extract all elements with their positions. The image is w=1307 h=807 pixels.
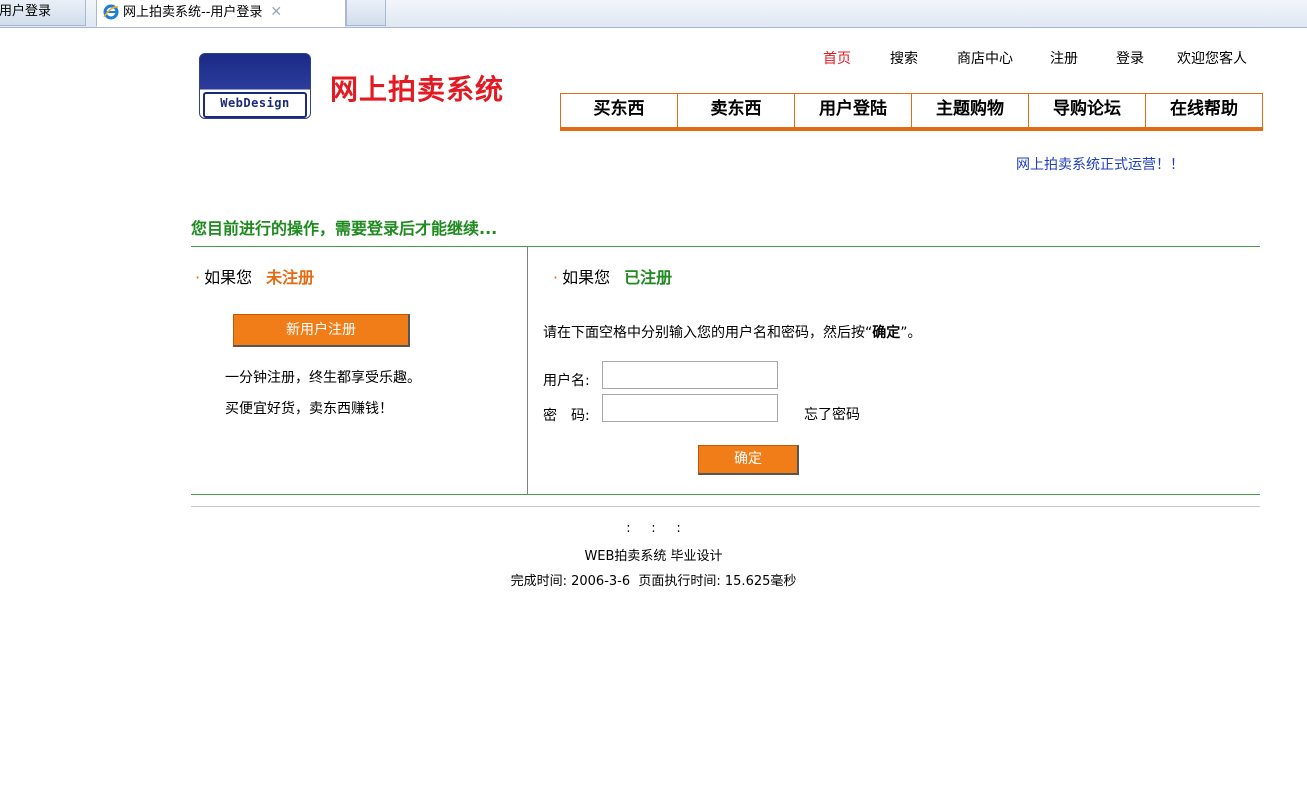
promo-line-1: 一分钟注册，终生都享受乐趣。 — [225, 370, 421, 386]
link-login[interactable]: 登录 — [1116, 48, 1144, 68]
new-user-register-button[interactable]: 新用户注册 — [233, 314, 410, 347]
nav-theme-shopping[interactable]: 主题购物 — [911, 94, 1028, 127]
username-input[interactable] — [602, 361, 778, 389]
nav-user-login[interactable]: 用户登陆 — [794, 94, 911, 127]
logo-text: WebDesign — [203, 92, 307, 118]
password-label: 密 码: — [543, 408, 590, 424]
browser-tab-strip: 用户登录 网上拍卖系统--用户登录 ✕ — [0, 0, 1307, 28]
link-register[interactable]: 注册 — [1050, 48, 1078, 68]
tab-label: 用户登录 — [0, 4, 52, 19]
nav-help[interactable]: 在线帮助 — [1145, 94, 1262, 127]
tab-label: 网上拍卖系统--用户登录 — [123, 5, 263, 20]
welcome-text: 欢迎您客人 — [1177, 51, 1247, 67]
tab-active[interactable]: 网上拍卖系统--用户登录 ✕ — [96, 0, 346, 27]
new-tab-button[interactable] — [346, 0, 386, 26]
link-home[interactable]: 首页 — [823, 48, 851, 68]
panel-divider — [527, 247, 528, 495]
link-shop-center[interactable]: 商店中心 — [957, 48, 1013, 68]
nav-buy[interactable]: 买东西 — [561, 94, 677, 127]
site-logo[interactable]: WebDesign — [199, 53, 311, 119]
main-nav: 买东西 卖东西 用户登陆 主题购物 导购论坛 在线帮助 — [560, 93, 1263, 131]
close-icon[interactable]: ✕ — [270, 4, 282, 20]
bullet: · — [195, 268, 201, 287]
nav-sell[interactable]: 卖东西 — [677, 94, 794, 127]
status-unregistered: 未注册 — [266, 268, 315, 287]
forgot-password-link[interactable]: 忘了密码 — [804, 404, 860, 424]
registered-title: · 如果您 已注册 — [553, 268, 673, 287]
status-registered: 已注册 — [624, 268, 673, 287]
bullet: · — [553, 268, 559, 287]
page-heading: 您目前进行的操作，需要登录后才能继续... — [191, 219, 498, 238]
link-search[interactable]: 搜索 — [890, 48, 918, 68]
unregistered-title: · 如果您 未注册 — [195, 268, 315, 287]
promo-line-2: 买便宜好货，卖东西赚钱！ — [225, 401, 393, 417]
password-input[interactable] — [602, 394, 778, 422]
footer-timing: 完成时间: 2006-3-6 页面执行时间: 15.625毫秒 — [510, 574, 797, 589]
footer-project: WEB拍卖系统 毕业设计 — [584, 549, 723, 564]
site-title: 网上拍卖系统 — [330, 73, 505, 106]
username-label: 用户名: — [543, 373, 590, 389]
tab-user-login-prev[interactable]: 用户登录 — [0, 0, 86, 26]
submit-button[interactable]: 确定 — [698, 445, 799, 475]
announcement-marquee: 网上拍卖系统正式运营！！ — [1016, 157, 1184, 173]
ie-icon — [103, 4, 119, 20]
login-instruction: 请在下面空格中分别输入您的用户名和密码，然后按“确定”。 — [543, 325, 922, 341]
nav-forum[interactable]: 导购论坛 — [1028, 94, 1145, 127]
footer-separators: : : : — [626, 521, 681, 536]
divider-line — [191, 506, 1260, 507]
